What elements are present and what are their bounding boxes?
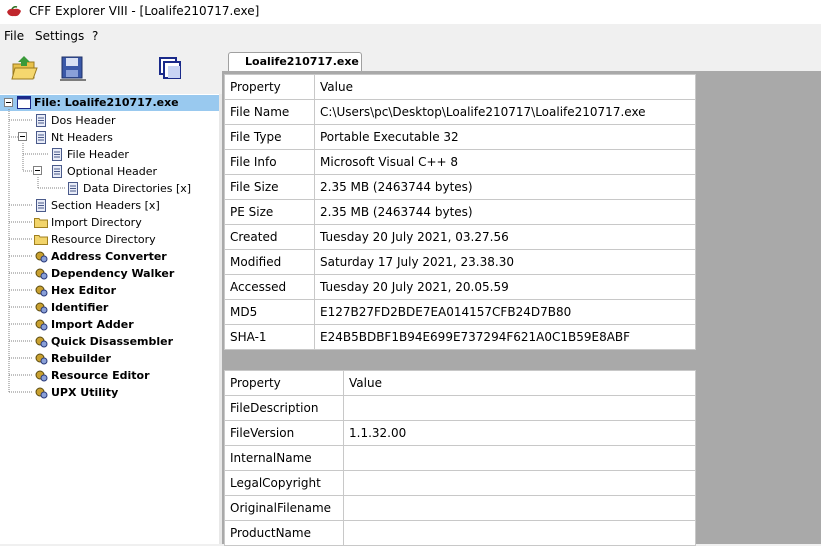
value-cell: 1.1.32.00 (343, 420, 696, 446)
menu-settings[interactable]: Settings (35, 29, 84, 43)
property-cell: Created (224, 224, 315, 250)
table-header-row: Property Value (224, 74, 696, 100)
value-cell (343, 520, 696, 546)
struct-icon (36, 131, 46, 144)
value-cell: 2.35 MB (2463744 bytes) (314, 174, 696, 200)
file-info-table[interactable]: Property Value File Name C:\Users\pc\Desk… (224, 74, 696, 350)
folder-icon (34, 235, 48, 245)
table-row[interactable]: FileVersion 1.1.32.00 (224, 420, 696, 446)
save-disk-icon (60, 56, 86, 81)
value-cell: Portable Executable 32 (314, 124, 696, 150)
table-header-row: Property Value (224, 370, 696, 396)
content-area: Property Value File Name C:\Users\pc\Desk… (222, 71, 821, 546)
property-cell: FileDescription (224, 395, 344, 421)
value-cell: E127B27FD2BDE7EA014157CFB24D7B80 (314, 299, 696, 325)
gear-icon (35, 319, 48, 331)
property-cell: SHA-1 (224, 324, 315, 350)
column-header-property[interactable]: Property (224, 74, 315, 100)
table-row[interactable]: Created Tuesday 20 July 2021, 03.27.56 (224, 224, 696, 250)
app-logo-icon (7, 6, 21, 17)
table-row[interactable]: OriginalFilename (224, 495, 696, 521)
table-row[interactable]: File Info Microsoft Visual C++ 8 (224, 149, 696, 175)
gear-icon (35, 353, 48, 365)
tree-panel[interactable]: File: Loalife210717.exe Dos Header Nt He… (0, 94, 220, 544)
title-bar: CFF Explorer VIII - [Loalife210717.exe] (0, 0, 821, 24)
value-cell: Saturday 17 July 2021, 23.38.30 (314, 249, 696, 275)
property-cell: Accessed (224, 274, 315, 300)
table-row[interactable]: FileDescription (224, 395, 696, 421)
column-header-property[interactable]: Property (224, 370, 344, 396)
table-row[interactable]: ProductName (224, 520, 696, 546)
windows-button[interactable] (156, 52, 186, 84)
windows-icon (159, 57, 181, 79)
open-folder-icon (11, 56, 38, 80)
property-cell: InternalName (224, 445, 344, 471)
value-cell: 2.35 MB (2463744 bytes) (314, 199, 696, 225)
property-cell: ProductName (224, 520, 344, 546)
gear-icon (35, 370, 48, 382)
gear-icon (35, 251, 48, 263)
property-cell: LegalCopyright (224, 470, 344, 496)
tab-file[interactable]: Loalife210717.exe (228, 52, 362, 72)
table-row[interactable]: LegalCopyright (224, 470, 696, 496)
save-button[interactable] (58, 52, 88, 84)
gear-icon (35, 268, 48, 280)
file-window-icon (17, 96, 31, 109)
property-cell: File Size (224, 174, 315, 200)
property-cell: PE Size (224, 199, 315, 225)
column-header-value[interactable]: Value (314, 74, 696, 100)
table-row[interactable]: MD5 E127B27FD2BDE7EA014157CFB24D7B80 (224, 299, 696, 325)
table-row[interactable]: File Type Portable Executable 32 (224, 124, 696, 150)
table-row[interactable]: InternalName (224, 445, 696, 471)
version-info-table[interactable]: Property Value FileDescription FileVersi… (224, 370, 696, 546)
property-cell: OriginalFilename (224, 495, 344, 521)
value-cell: Tuesday 20 July 2021, 20.05.59 (314, 274, 696, 300)
menu-file[interactable]: File (4, 29, 24, 43)
table-row[interactable]: File Size 2.35 MB (2463744 bytes) (224, 174, 696, 200)
value-cell (343, 445, 696, 471)
struct-icon (52, 165, 62, 178)
gear-icon (35, 387, 48, 399)
table-row[interactable]: Modified Saturday 17 July 2021, 23.38.30 (224, 249, 696, 275)
window-title: CFF Explorer VIII - [Loalife210717.exe] (29, 4, 260, 18)
struct-icon (36, 114, 46, 127)
gear-icon (35, 302, 48, 314)
property-cell: FileVersion (224, 420, 344, 446)
table-row[interactable]: File Name C:\Users\pc\Desktop\Loalife2107… (224, 99, 696, 125)
column-header-value[interactable]: Value (343, 370, 696, 396)
value-cell (343, 470, 696, 496)
struct-icon (36, 199, 46, 212)
property-cell: File Name (224, 99, 315, 125)
table-row[interactable]: PE Size 2.35 MB (2463744 bytes) (224, 199, 696, 225)
property-cell: File Info (224, 149, 315, 175)
menu-help[interactable]: ? (92, 29, 98, 43)
value-cell: Microsoft Visual C++ 8 (314, 149, 696, 175)
value-cell (343, 495, 696, 521)
property-cell: MD5 (224, 299, 315, 325)
value-cell (343, 395, 696, 421)
table-row[interactable]: SHA-1 E24B5BDBF1B94E699E737294F621A0C1B59… (224, 324, 696, 350)
table-row[interactable]: Accessed Tuesday 20 July 2021, 20.05.59 (224, 274, 696, 300)
menu-bar: File Settings ? (0, 26, 821, 46)
gear-icon (35, 285, 48, 297)
property-cell: File Type (224, 124, 315, 150)
value-cell: Tuesday 20 July 2021, 03.27.56 (314, 224, 696, 250)
struct-icon (52, 148, 62, 161)
struct-icon (68, 182, 78, 195)
open-button[interactable] (10, 52, 40, 84)
property-cell: Modified (224, 249, 315, 275)
gear-icon (35, 336, 48, 348)
value-cell: E24B5BDBF1B94E699E737294F621A0C1B59E8ABF (314, 324, 696, 350)
value-cell: C:\Users\pc\Desktop\Loalife210717\Loalif… (314, 99, 696, 125)
folder-icon (34, 218, 48, 228)
